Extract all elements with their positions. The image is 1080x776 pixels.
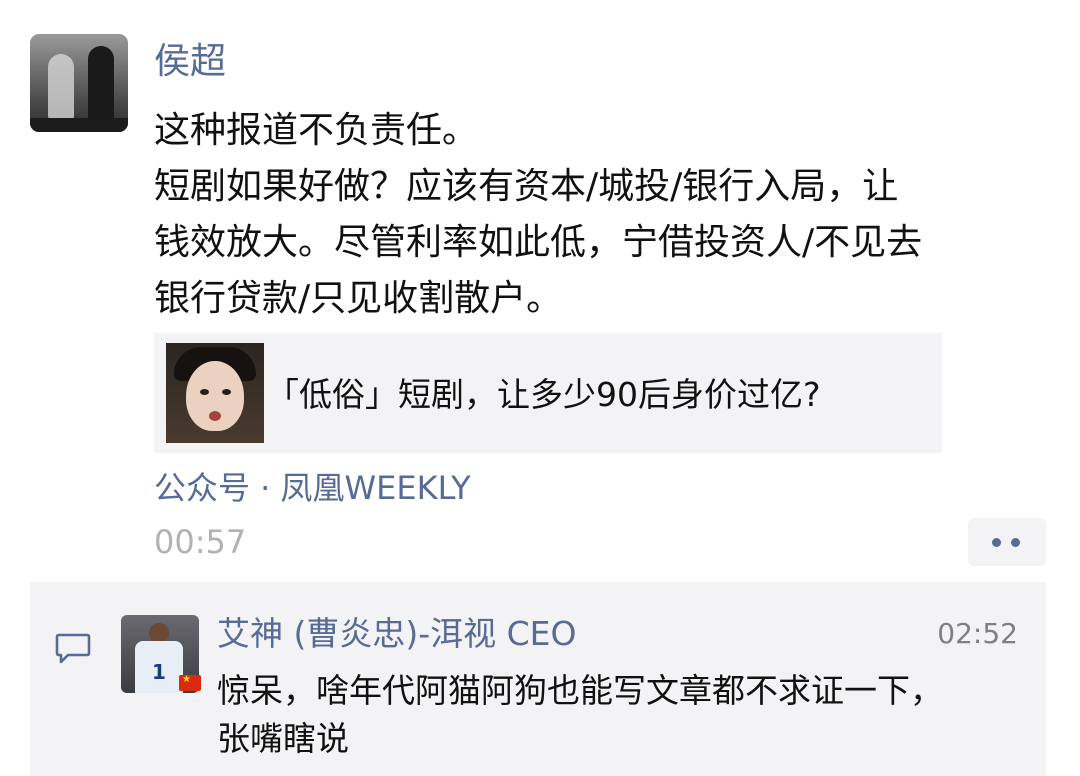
author-avatar[interactable] xyxy=(30,34,128,132)
post-body: 这种报道不负责任。 短剧如果好做？应该有资本/城投/银行入局，让 钱效放大。尽管… xyxy=(154,103,1050,327)
avatar-ground xyxy=(30,118,128,132)
post-body-line: 短剧如果好做？应该有资本/城投/银行入局，让 xyxy=(154,166,899,207)
comment-text-line: 惊呆，啥年代阿猫阿狗也能写文章都不求证一下， xyxy=(217,671,943,710)
commenter-name[interactable]: 艾神 (曹炎忠)-洱视 CEO xyxy=(217,612,577,656)
more-dots-icon xyxy=(1011,538,1020,547)
avatar-jersey-number: 1 xyxy=(152,660,166,684)
post-body-line: 这种报道不负责任。 xyxy=(154,110,479,151)
avatar-figure-left xyxy=(48,54,74,120)
avatar-figure-right xyxy=(88,46,114,120)
shared-article-card[interactable]: 「低俗」短剧，让多少90后身价过亿? xyxy=(154,333,942,453)
china-flag-icon: ★ xyxy=(179,674,201,691)
post-author-name[interactable]: 侯超 xyxy=(154,38,226,86)
comment-timestamp: 02:52 xyxy=(937,617,1018,650)
post-body-line: 钱效放大。尽管利率如此低，宁借投资人/不见去 xyxy=(154,222,923,263)
comment-text[interactable]: 惊呆，啥年代阿猫阿狗也能写文章都不求证一下， 张嘴瞎说 xyxy=(217,667,1037,763)
post-timestamp: 00:57 xyxy=(154,523,247,561)
article-thumbnail xyxy=(166,343,264,443)
more-actions-button[interactable] xyxy=(968,518,1046,566)
comment-bubble-icon xyxy=(55,633,91,664)
post-body-line: 银行贷款/只见收割散户。 xyxy=(154,278,563,319)
article-source-link[interactable]: 公众号 · 凤凰WEEKLY xyxy=(154,466,471,510)
more-dots-icon xyxy=(992,538,1001,547)
comment-text-line: 张嘴瞎说 xyxy=(217,719,349,758)
article-title: 「低俗」短剧，让多少90后身价过亿? xyxy=(266,375,821,414)
comments-panel: 1 ★ 艾神 (曹炎忠)-洱视 CEO 02:52 惊呆，啥年代阿猫阿狗也能写文… xyxy=(30,582,1046,776)
